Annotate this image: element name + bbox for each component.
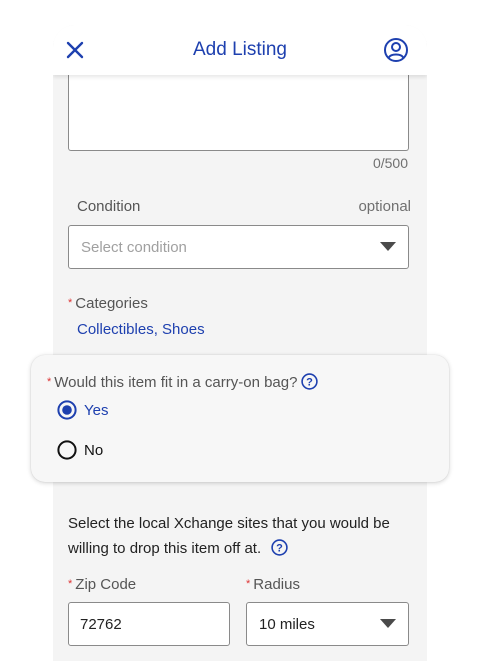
radio-no[interactable]: No <box>57 440 103 460</box>
radio-yes[interactable]: Yes <box>57 400 108 420</box>
categories-value: Collectibles, Shoes <box>77 321 205 338</box>
category-separator: , <box>153 321 158 338</box>
radius-select[interactable]: 10 miles <box>246 602 409 646</box>
zip-code-input[interactable] <box>68 602 230 646</box>
radio-no-label: No <box>84 441 104 459</box>
radius-label: Radius <box>253 576 300 593</box>
character-count: 0/500 <box>372 155 408 171</box>
condition-placeholder: Select condition <box>81 239 187 256</box>
zip-code-label: Zip Code <box>75 576 137 593</box>
svg-text:?: ? <box>276 543 283 555</box>
xchange-instructions: Select the local Xchange sites that you … <box>68 511 408 564</box>
help-icon[interactable]: ? <box>271 539 289 564</box>
categories-label-row: * Categories <box>68 295 148 312</box>
condition-select[interactable]: Select condition <box>68 225 409 269</box>
category-collectibles[interactable]: Collectibles <box>77 321 154 338</box>
svg-text:?: ? <box>307 377 314 389</box>
carry-on-card: * Would this item fit in a carry-on bag??… <box>31 355 449 482</box>
required-mark: * <box>68 297 73 309</box>
optional-label: optional <box>358 198 411 215</box>
categories-label: Categories <box>75 295 148 312</box>
radius-label-row: * Radius <box>246 576 300 593</box>
condition-label: Condition <box>77 198 141 215</box>
radius-value: 10 miles <box>259 616 315 633</box>
description-textarea[interactable] <box>68 70 409 151</box>
carry-on-question-row: * Would this item fit in a carry-on bag?? <box>47 373 319 394</box>
radio-yes-label: Yes <box>84 401 109 419</box>
radio-selected-icon <box>57 400 77 420</box>
help-icon[interactable]: ? <box>301 373 319 394</box>
category-shoes[interactable]: Shoes <box>162 321 205 338</box>
required-mark: * <box>47 376 52 388</box>
carry-on-question: Would this item fit in a carry-on bag? <box>54 374 298 391</box>
chevron-down-icon <box>380 242 396 251</box>
required-mark: * <box>68 578 73 590</box>
required-mark: * <box>246 578 251 590</box>
radio-unselected-icon <box>57 440 77 460</box>
page-title: Add Listing <box>192 39 287 60</box>
xchange-text: Select the local Xchange sites that you … <box>68 515 390 557</box>
chevron-down-icon <box>380 619 396 628</box>
user-circle-icon <box>384 38 408 62</box>
zip-code-label-row: * Zip Code <box>68 576 136 593</box>
profile-button[interactable] <box>383 37 409 63</box>
app-bar: Add Listing <box>53 25 427 75</box>
